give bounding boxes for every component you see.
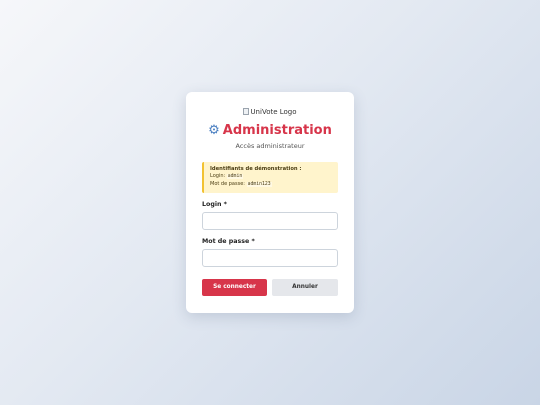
demo-password-label: Mot de passe: bbox=[210, 180, 245, 187]
demo-login-value: admin bbox=[226, 174, 244, 179]
demo-password-line: Mot de passe: admin123 bbox=[210, 181, 338, 189]
broken-image-icon bbox=[243, 108, 250, 115]
cancel-button[interactable]: Annuler bbox=[272, 279, 338, 296]
logo-alt-text: UniVote Logo bbox=[250, 108, 297, 116]
gear-icon: ⚙ bbox=[208, 123, 220, 138]
login-card: UniVote Logo ⚙ Administration Accès admin… bbox=[186, 92, 354, 313]
demo-login-line: Login: admin bbox=[210, 173, 338, 181]
demo-credentials-box: Identifiants de démonstration : Login: a… bbox=[202, 162, 338, 193]
demo-credentials-heading: Identifiants de démonstration : bbox=[210, 166, 302, 172]
page-subtitle: Accès administrateur bbox=[235, 142, 305, 150]
login-button[interactable]: Se connecter bbox=[202, 279, 267, 296]
demo-login-label: Login: bbox=[210, 173, 226, 179]
password-input[interactable] bbox=[202, 249, 338, 267]
login-label: Login * bbox=[202, 201, 227, 208]
page-title-row: ⚙ Administration bbox=[186, 122, 354, 140]
logo: UniVote Logo bbox=[186, 108, 354, 117]
login-input[interactable] bbox=[202, 212, 338, 230]
demo-password-value: admin123 bbox=[246, 181, 272, 187]
password-label: Mot de passe * bbox=[202, 238, 255, 245]
page-title: Administration bbox=[222, 123, 332, 138]
